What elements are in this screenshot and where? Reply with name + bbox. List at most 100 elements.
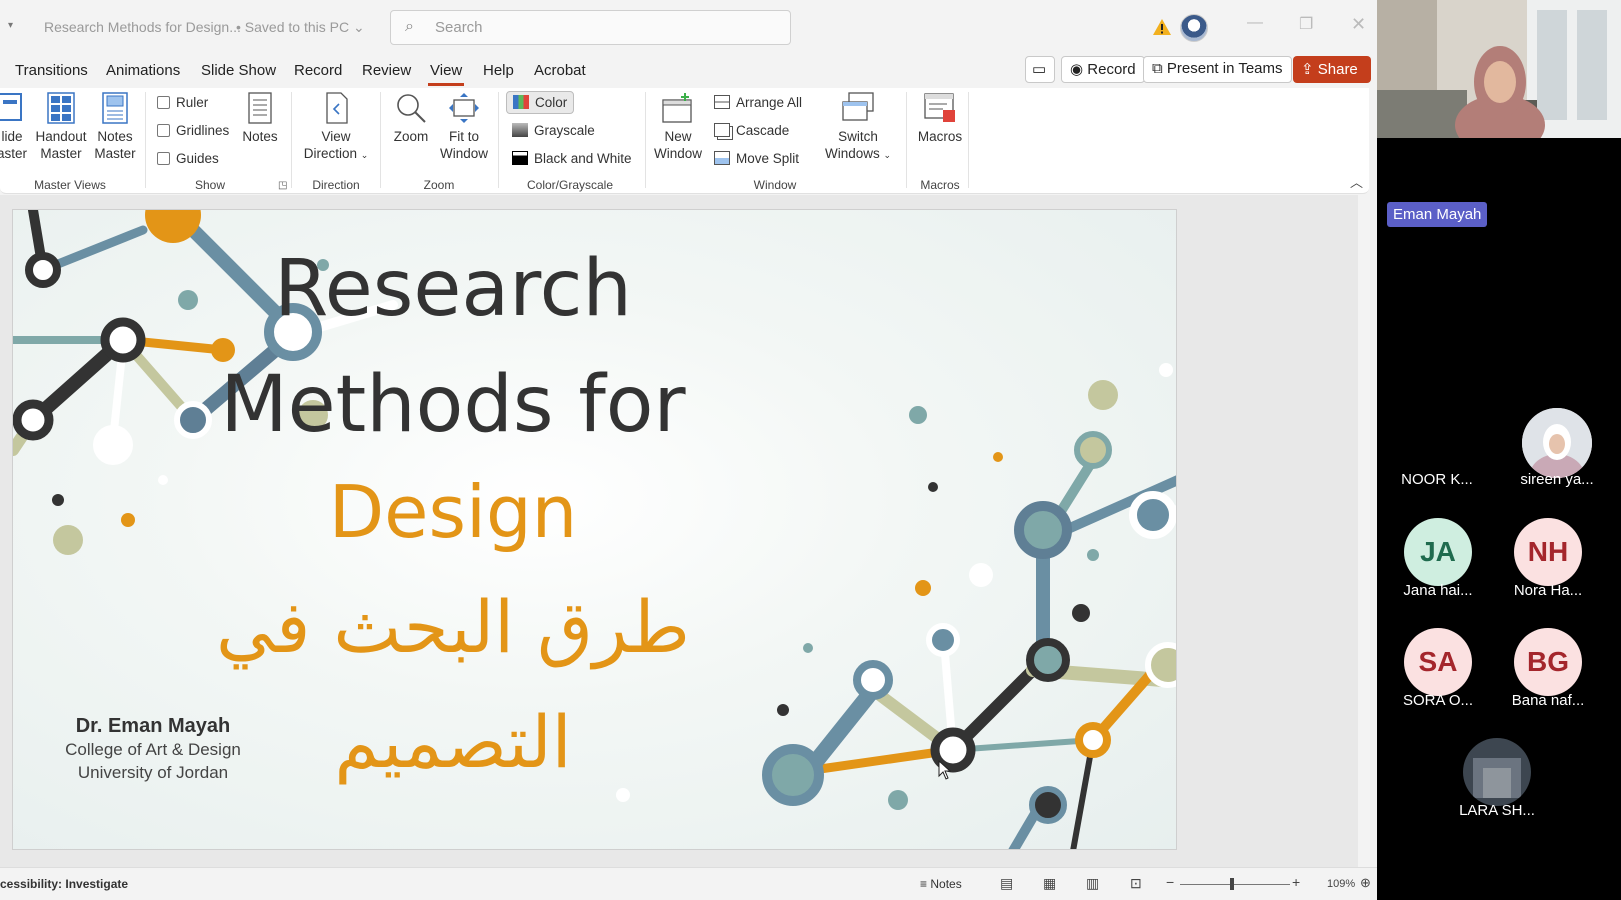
color-button[interactable]: Color [506, 91, 575, 114]
ribbon-view: lide aster Handout Master Notes Master M… [0, 88, 1369, 194]
participant-name-nora: Nora Ha... [1513, 582, 1583, 599]
view-direction-icon [326, 92, 348, 124]
gridlines-checkbox[interactable]: Gridlines [157, 123, 229, 138]
dialog-launcher-icon[interactable]: ◳ [278, 180, 287, 191]
chevron-down-icon: ⌄ [883, 150, 892, 160]
search-input[interactable]: ⌕ Search [390, 10, 791, 45]
view-direction-button[interactable]: View Direction ⌄ [297, 92, 375, 164]
normal-view-icon[interactable]: ▤ [1000, 875, 1013, 892]
comments-button[interactable]: ▭ [1025, 56, 1055, 83]
macros-icon [924, 93, 955, 122]
black-and-white-button[interactable]: Black and White [512, 151, 632, 166]
tab-slide-show[interactable]: Slide Show [201, 62, 276, 79]
tab-record[interactable]: Record [294, 62, 342, 79]
participant-avatar-sireen[interactable] [1522, 408, 1592, 478]
zoom-out-icon[interactable]: − [1166, 874, 1174, 890]
zoom-slider-thumb[interactable] [1230, 878, 1234, 890]
share-icon: ⇪ [1301, 61, 1314, 78]
participant-avatar-sora[interactable]: SA [1404, 628, 1472, 696]
zoom-level[interactable]: 109% [1327, 878, 1355, 890]
handout-master-button[interactable]: Handout Master [34, 92, 88, 162]
slide-arabic-title-line-1[interactable]: طرق البحث في [153, 585, 753, 669]
collapse-ribbon-icon[interactable]: ︿ [1350, 172, 1363, 191]
slide-sorter-icon[interactable]: ▦ [1043, 875, 1056, 892]
guides-checkbox[interactable]: Guides [157, 151, 219, 166]
powerpoint-window: ▾ Research Methods for Design... • Saved… [0, 0, 1377, 900]
handout-master-icon [47, 92, 75, 124]
participant-name-noor: NOOR K... [1401, 471, 1473, 488]
macros-button[interactable]: Macros [912, 92, 968, 145]
cascade-button[interactable]: Cascade [714, 123, 789, 138]
notes-toggle[interactable]: ≡ Notes [920, 877, 962, 891]
slide-master-button[interactable]: lide aster [0, 92, 30, 162]
grayscale-button[interactable]: Grayscale [512, 123, 595, 138]
minimize-icon[interactable]: — [1247, 14, 1263, 32]
record-button[interactable]: ◉ Record [1061, 56, 1145, 83]
participant-avatar-nora[interactable]: NH [1514, 518, 1582, 586]
participant-avatar-lara[interactable] [1463, 738, 1531, 806]
mouse-cursor-icon [938, 760, 952, 780]
present-in-teams-button[interactable]: ⧉ Present in Teams [1143, 56, 1292, 83]
zoom-button[interactable]: Zoom [388, 92, 434, 145]
participant-avatar-bana[interactable]: BG [1514, 628, 1582, 696]
tab-view[interactable]: View [427, 62, 465, 86]
participant-avatar-jana[interactable]: JA [1404, 518, 1472, 586]
close-icon[interactable]: ✕ [1351, 14, 1366, 35]
slide-master-icon [0, 93, 22, 121]
slide-author-block[interactable]: Dr. Eman Mayah College of Art & Design U… [33, 715, 273, 784]
restore-icon[interactable]: ❐ [1299, 14, 1313, 34]
arrange-all-button[interactable]: Arrange All [714, 95, 802, 110]
fit-to-window-button[interactable]: Fit to Window [436, 92, 492, 162]
cascade-icon [714, 123, 730, 137]
black-and-white-icon [512, 151, 528, 165]
notes-icon [248, 92, 272, 124]
share-button[interactable]: ⇪ Share ⌄ [1293, 56, 1371, 94]
participant-name-jana: Jana hai... [1403, 582, 1473, 599]
participant-name-sora: SORA O... [1402, 692, 1474, 709]
grayscale-icon [512, 123, 528, 137]
record-icon: ◉ [1070, 61, 1084, 78]
tab-acrobat[interactable]: Acrobat [534, 62, 586, 79]
group-label-window: Window [753, 178, 797, 192]
tab-review[interactable]: Review [362, 62, 411, 79]
ruler-checkbox[interactable]: Ruler [157, 95, 208, 110]
zoom-slider[interactable] [1180, 884, 1290, 885]
chevron-down-icon: ⌄ [360, 150, 369, 160]
tab-transitions[interactable]: Transitions [15, 62, 88, 79]
move-split-button[interactable]: Move Split [714, 151, 799, 166]
search-placeholder: Search [435, 19, 483, 36]
slide-title-line-2[interactable]: Methods for [153, 360, 753, 450]
accessibility-status[interactable]: cessibility: Investigate [0, 877, 128, 891]
switch-windows-icon [842, 92, 874, 121]
group-label-macros: Macros [920, 178, 960, 192]
slide-title-line-3[interactable]: Design [153, 470, 753, 554]
notes-button[interactable]: Notes [238, 92, 282, 145]
notes-master-button[interactable]: Notes Master [92, 92, 138, 162]
participant-photo [1463, 738, 1531, 806]
fit-to-window-icon [449, 93, 479, 123]
account-avatar[interactable] [1180, 14, 1208, 42]
presenter-video[interactable] [1377, 0, 1621, 138]
separator [906, 92, 907, 188]
author-college: College of Art & Design [65, 740, 241, 759]
warning-icon[interactable] [1152, 17, 1172, 37]
tab-animations[interactable]: Animations [106, 62, 180, 79]
fit-slide-icon[interactable]: ⊕ [1360, 875, 1371, 891]
new-window-button[interactable]: New Window [652, 92, 704, 162]
slide-title-line-1[interactable]: Research [153, 244, 753, 334]
teams-icon: ⧉ [1152, 60, 1163, 77]
slide-1[interactable]: Research Methods for Design طرق البحث في… [12, 209, 1177, 850]
save-status[interactable]: • Saved to this PC ⌄ [236, 19, 365, 36]
zoom-in-icon[interactable]: + [1292, 874, 1300, 890]
presenter-video-feed [1377, 0, 1621, 138]
reading-view-icon[interactable]: ▥ [1086, 875, 1099, 892]
group-label-zoom: Zoom [423, 178, 455, 192]
slide-editing-area: Research Methods for Design طرق البحث في… [0, 195, 1358, 867]
quick-access-chevron-icon[interactable]: ▾ [8, 20, 13, 31]
slide-show-icon[interactable]: ⊡ [1130, 875, 1142, 892]
tab-help[interactable]: Help [483, 62, 514, 79]
separator [968, 92, 969, 188]
switch-windows-button[interactable]: Switch Windows ⌄ [820, 92, 896, 164]
new-window-icon [662, 93, 692, 123]
document-title[interactable]: Research Methods for Design... [44, 19, 241, 35]
